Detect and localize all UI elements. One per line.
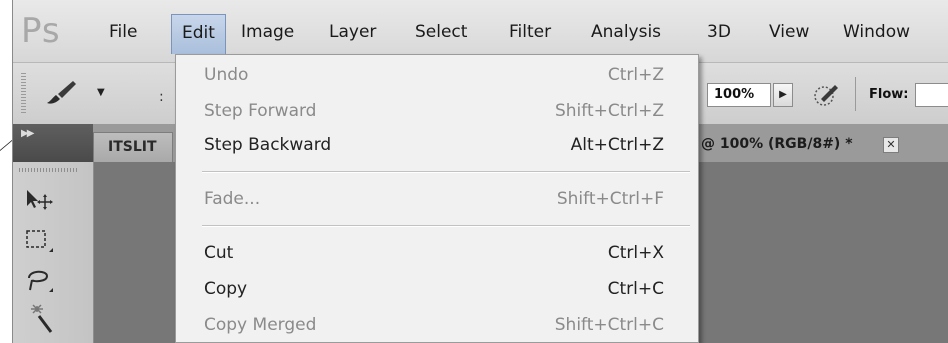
brush-tool-icon[interactable] [43,77,79,107]
menu-view[interactable]: View [769,22,809,42]
menu-item-label: Step Forward [204,101,317,121]
document-title-suffix: @ 100% (RGB/8#) * [701,136,853,152]
menu-item-shortcut: Shift+Ctrl+C [554,315,664,335]
menu-bar: Ps File Edit Image Layer Select Filter A… [13,0,948,62]
menu-item-step-backward[interactable]: Step Backward Alt+Ctrl+Z [176,131,698,161]
tools-panel-grip[interactable] [19,168,79,172]
menu-separator [202,225,690,227]
tools-panel [13,162,94,343]
menu-item-fade: Fade... Shift+Ctrl+F [176,185,698,215]
menu-filter[interactable]: Filter [509,22,551,42]
ps-logo: Ps [21,11,61,51]
menu-item-cut[interactable]: Cut Ctrl+X [176,239,698,269]
menu-item-label: Step Backward [204,135,332,155]
panel-collapse-bar[interactable]: ▶▶ [13,124,93,162]
menu-analysis[interactable]: Analysis [591,22,661,42]
opacity-slider-arrow-icon[interactable]: ▶ [773,83,793,107]
menu-item-undo: Undo Ctrl+Z [176,61,698,91]
document-tab[interactable]: ITSLIT [93,132,173,162]
opacity-input[interactable]: 100% [707,83,771,107]
menu-item-shortcut: Alt+Ctrl+Z [570,135,664,155]
close-icon[interactable]: ✕ [883,137,899,153]
menu-item-copy[interactable]: Copy Ctrl+C [176,275,698,305]
options-colon: : [159,89,164,105]
options-bar-grip[interactable] [21,73,26,113]
chevron-down-icon[interactable]: ▼ [97,87,105,98]
double-chevron-icon[interactable]: ▶▶ [21,128,34,139]
menu-layer[interactable]: Layer [329,22,376,42]
edit-menu-dropdown: Undo Ctrl+Z Step Forward Shift+Ctrl+Z St… [175,54,699,343]
options-separator [855,77,856,111]
airbrush-icon[interactable] [811,79,841,109]
menu-select[interactable]: Select [415,22,467,42]
menu-image[interactable]: Image [241,22,294,42]
menu-file[interactable]: File [109,22,137,42]
menu-item-label: Fade... [204,189,261,209]
menu-item-step-forward: Step Forward Shift+Ctrl+Z [176,97,698,127]
photoshop-window: Ps File Edit Image Layer Select Filter A… [12,0,948,343]
menu-item-label: Undo [204,65,249,85]
menu-item-label: Copy Merged [204,315,317,335]
lasso-tool-icon[interactable] [23,266,55,296]
menu-item-shortcut: Shift+Ctrl+F [556,189,664,209]
menu-window[interactable]: Window [843,22,910,42]
menu-item-shortcut: Ctrl+C [607,279,664,299]
flow-label: Flow: [869,87,909,102]
flow-input[interactable] [915,83,948,107]
menu-item-shortcut: Ctrl+X [607,243,664,263]
menu-item-copy-merged: Copy Merged Shift+Ctrl+C [176,311,698,341]
menu-separator [202,171,690,173]
magic-wand-icon[interactable] [23,304,55,334]
menu-item-label: Cut [204,243,234,263]
move-tool-icon[interactable] [23,184,55,214]
menu-item-shortcut: Shift+Ctrl+Z [554,101,664,121]
menu-3d[interactable]: 3D [707,22,731,42]
menu-item-label: Copy [204,279,248,299]
menu-item-shortcut: Ctrl+Z [607,65,664,85]
menu-edit[interactable]: Edit [171,14,226,54]
marquee-tool-icon[interactable] [23,226,55,256]
